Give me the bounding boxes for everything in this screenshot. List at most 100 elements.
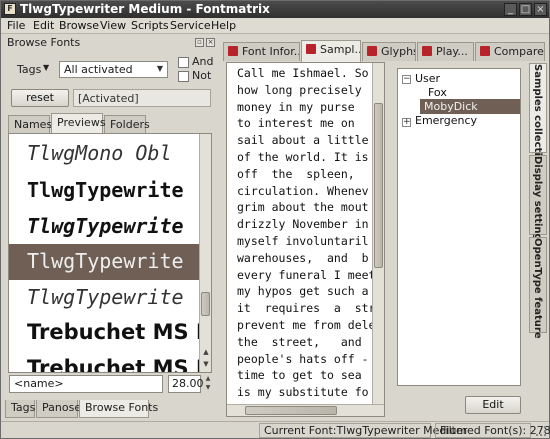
tab-font-info[interactable]: Font Infor... bbox=[223, 42, 300, 61]
scroll-thumb[interactable] bbox=[374, 103, 383, 268]
maximize-icon[interactable]: □ bbox=[519, 3, 532, 16]
resize-grip[interactable] bbox=[536, 426, 546, 436]
window-title: TlwgTypewriter Medium - Fontmatrix bbox=[20, 2, 270, 16]
side-tab-label: Display settings bbox=[532, 156, 543, 247]
preview-item[interactable]: TlwgMono Obl bbox=[9, 136, 199, 172]
sample-line: every funeral I meet bbox=[237, 267, 376, 282]
current-font-status: Current Font:TlwgTypewriter Medium bbox=[259, 423, 467, 438]
samples-icon bbox=[306, 44, 316, 54]
preview-scrollbar[interactable]: ▲ ▼ bbox=[199, 134, 211, 372]
preview-item[interactable]: TlwgTypewrite bbox=[9, 173, 199, 209]
playground-icon bbox=[422, 46, 432, 56]
tags-dropdown-icon[interactable]: ▼ bbox=[43, 63, 49, 72]
menu-help[interactable]: Help bbox=[211, 19, 236, 32]
glyphs-icon bbox=[367, 46, 377, 56]
collapse-icon[interactable]: − bbox=[402, 75, 411, 84]
sample-line: of the world. It is bbox=[237, 149, 369, 164]
sample-line: the street, and bbox=[237, 334, 362, 349]
sample-line: time to get to sea bbox=[237, 368, 362, 383]
tree-root-user[interactable]: User bbox=[415, 72, 440, 85]
size-spinbox[interactable]: 28.00 bbox=[168, 375, 204, 393]
preview-item[interactable]: Trebuchet MS I bbox=[9, 351, 199, 372]
preview-item[interactable]: Trebuchet MS I bbox=[9, 315, 199, 351]
sample-line: it requires a str bbox=[237, 301, 376, 316]
sample-line: Call me Ishmael. So bbox=[237, 66, 369, 80]
tab-tags[interactable]: Tags bbox=[5, 400, 35, 418]
panel-title: Browse Fonts bbox=[7, 36, 81, 49]
tab-panose[interactable]: Panose bbox=[36, 400, 81, 418]
app-window: F TlwgTypewriter Medium - Fontmatrix _ □… bbox=[0, 0, 550, 439]
side-tab-opentype[interactable]: OpenType feature bbox=[529, 237, 547, 339]
scroll-thumb[interactable] bbox=[245, 406, 337, 415]
tab-samples[interactable]: Sampl... bbox=[301, 40, 361, 62]
sample-hscroll[interactable] bbox=[227, 404, 384, 416]
sample-line: to interest me on bbox=[237, 116, 355, 131]
tab-names[interactable]: Names bbox=[8, 115, 52, 133]
main-area: Font Infor... Sampl... Glyphs Play... Co… bbox=[221, 35, 549, 421]
spin-up-icon[interactable]: ▲ bbox=[202, 375, 214, 382]
samples-tree[interactable]: − User Fox MobyDick + Emergency bbox=[397, 68, 521, 386]
sample-line: grim about the mout bbox=[237, 200, 369, 215]
tab-glyphs[interactable]: Glyphs bbox=[362, 42, 416, 61]
not-checkbox[interactable] bbox=[178, 71, 189, 82]
sample-line: drizzly November in bbox=[237, 217, 369, 232]
menu-file[interactable]: File bbox=[7, 19, 25, 32]
sample-line: is my substitute fo bbox=[237, 385, 369, 400]
edit-button[interactable]: Edit bbox=[465, 396, 521, 414]
sample-line: warehouses, and b bbox=[237, 250, 369, 265]
tab-browse-fonts[interactable]: Browse Fonts bbox=[79, 400, 158, 418]
side-tab-display-settings[interactable]: Display settings bbox=[529, 155, 547, 247]
font-preview-list[interactable]: TlwgMono Obl TlwgTypewrite TlwgTypewrite… bbox=[8, 133, 212, 373]
name-field-value: <name> bbox=[14, 377, 64, 390]
menu-scripts[interactable]: Scripts bbox=[131, 19, 169, 32]
font-info-icon bbox=[228, 46, 238, 56]
tab-compare[interactable]: Compare bbox=[475, 42, 545, 61]
minimize-icon[interactable]: _ bbox=[504, 3, 517, 16]
app-icon: F bbox=[4, 3, 16, 15]
menu-browse[interactable]: Browse bbox=[59, 19, 99, 32]
tab-label: Sampl... bbox=[320, 43, 361, 56]
filtered-count-status: Filtered Font(s): 278 bbox=[435, 423, 550, 438]
expand-icon[interactable]: + bbox=[402, 118, 411, 127]
name-field[interactable]: <name> bbox=[9, 375, 163, 393]
tab-folders[interactable]: Folders bbox=[104, 115, 150, 133]
tree-item-fox[interactable]: Fox bbox=[428, 86, 447, 99]
menu-view[interactable]: View bbox=[100, 19, 126, 32]
sample-text: Call me Ishmael. So how long precisely mon… bbox=[237, 65, 377, 416]
preview-item[interactable]: TlwgTypewrite bbox=[9, 280, 199, 316]
sample-line: my hypos get such a bbox=[237, 284, 369, 299]
float-icon[interactable]: ▫ bbox=[195, 38, 204, 47]
side-tab-label: Samples collection bbox=[532, 64, 543, 170]
tree-root-emergency[interactable]: Emergency bbox=[415, 114, 477, 127]
tab-playground[interactable]: Play... bbox=[417, 42, 474, 61]
sample-vscroll[interactable] bbox=[372, 63, 384, 404]
tree-item-mobydick[interactable]: MobyDick bbox=[420, 99, 520, 114]
and-label: And bbox=[192, 55, 214, 68]
spin-down-icon[interactable]: ▼ bbox=[202, 384, 214, 391]
scroll-up-icon[interactable]: ▲ bbox=[200, 348, 211, 356]
menu-service[interactable]: Service bbox=[170, 19, 211, 32]
preview-item-selected[interactable]: TlwgTypewrite bbox=[9, 244, 199, 280]
tab-previews[interactable]: Previews bbox=[51, 113, 106, 133]
sample-line: myself involuntaril bbox=[237, 233, 369, 248]
sample-line: circulation. Whenev bbox=[237, 183, 369, 198]
scroll-thumb[interactable] bbox=[201, 292, 210, 316]
close-icon[interactable]: × bbox=[534, 3, 547, 16]
reset-button[interactable]: reset bbox=[11, 89, 69, 107]
compare-icon bbox=[480, 46, 490, 56]
filter-combo[interactable]: All activated ▼ bbox=[59, 61, 168, 78]
filter-display: [Activated] bbox=[73, 89, 211, 107]
close-panel-icon[interactable]: × bbox=[206, 38, 215, 47]
menu-edit[interactable]: Edit bbox=[33, 19, 54, 32]
sample-line: how long precisely bbox=[237, 82, 362, 97]
and-checkbox[interactable] bbox=[178, 57, 189, 68]
size-value: 28.00 bbox=[172, 377, 204, 390]
scroll-down-icon[interactable]: ▼ bbox=[200, 360, 211, 368]
side-tab-label: OpenType feature bbox=[532, 238, 543, 339]
filter-combo-value: All activated bbox=[64, 63, 133, 76]
preview-item[interactable]: TlwgTypewrite bbox=[9, 209, 199, 245]
side-tab-samples-collection[interactable]: Samples collection bbox=[529, 63, 547, 170]
sample-text-view[interactable]: Call me Ishmael. So how long precisely mon… bbox=[226, 62, 385, 417]
tab-label: Compare bbox=[494, 45, 544, 58]
title-bar[interactable]: F TlwgTypewriter Medium - Fontmatrix _ □… bbox=[1, 1, 549, 18]
